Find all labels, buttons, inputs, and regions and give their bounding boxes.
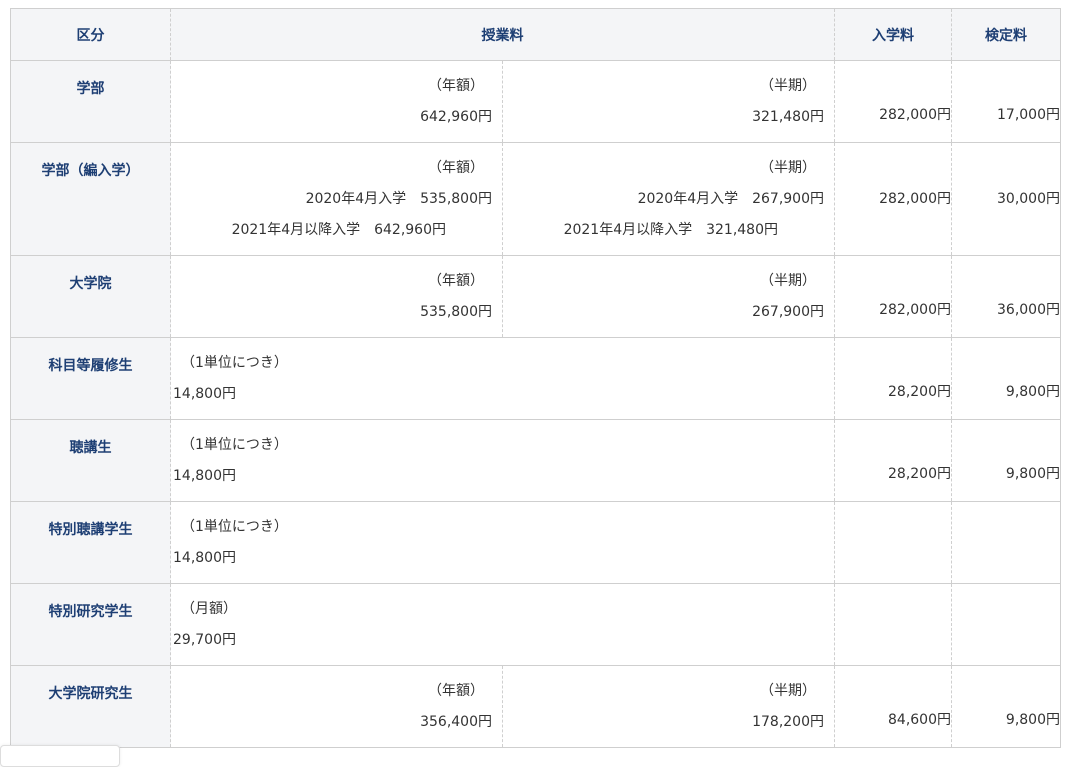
- unit-label: （1単位につき）: [181, 437, 288, 453]
- admission-amount: 28,200円: [888, 466, 951, 482]
- exam-cell: 9,800円: [951, 419, 1061, 502]
- tuition-unit-cell: （月額） 29,700円: [170, 583, 835, 666]
- header-category: 区分: [10, 8, 171, 61]
- exam-cell: 17,000円: [951, 60, 1061, 143]
- half-amount: 321,480円: [752, 109, 824, 125]
- admission-cell: 28,200円: [834, 337, 952, 420]
- annual-amount: 535,800円: [420, 304, 492, 320]
- exam-amount: 30,000円: [997, 191, 1060, 207]
- admission-amount: 84,600円: [888, 712, 951, 728]
- half-2021: 2021年4月以降入学 321,480円: [563, 222, 778, 238]
- half-label: （半期）: [760, 273, 816, 289]
- admission-amount: [835, 623, 951, 654]
- table-row: 学部（編入学） （年額） 2020年4月入学 535,800円 2021年4月以…: [10, 142, 1061, 256]
- admission-amount: [835, 541, 951, 572]
- header-admission: 入学料: [834, 8, 952, 61]
- admission-cell: 282,000円: [834, 142, 952, 256]
- header-tuition: 授業料: [170, 8, 835, 61]
- half-label: （半期）: [760, 683, 816, 699]
- exam-amount: 9,800円: [1005, 712, 1060, 728]
- exam-cell: 9,800円: [951, 337, 1061, 420]
- half-label: （半期）: [760, 78, 816, 94]
- tuition-annual-cell: （年額） 535,800円: [170, 255, 503, 338]
- half-label: （半期）: [760, 160, 816, 176]
- half-2020: 2020年4月入学 267,900円: [637, 191, 824, 207]
- annual-label: （年額）: [428, 683, 484, 699]
- annual-2021: 2021年4月以降入学 642,960円: [231, 222, 446, 238]
- annual-2020: 2020年4月入学 535,800円: [305, 191, 492, 207]
- table-row: 特別聴講学生 （1単位につき） 14,800円: [10, 501, 1061, 584]
- unit-amount: 14,800円: [173, 550, 236, 566]
- exam-amount: [952, 623, 1060, 654]
- admission-cell: [834, 583, 952, 666]
- annual-amount: 356,400円: [420, 714, 492, 730]
- table-row: 科目等履修生 （1単位につき） 14,800円 28,200円 9,800円: [10, 337, 1061, 420]
- exam-cell: 9,800円: [951, 665, 1061, 748]
- row-category: 大学院: [10, 255, 171, 338]
- unit-amount: 14,800円: [173, 468, 236, 484]
- unit-amount: 14,800円: [173, 386, 236, 402]
- tuition-annual-cell: （年額） 642,960円: [170, 60, 503, 143]
- exam-amount: 9,800円: [1005, 384, 1060, 400]
- table-row: 大学院研究生 （年額） 356,400円 （半期） 178,200円 84,60…: [10, 665, 1061, 748]
- tuition-unit-cell: （1単位につき） 14,800円: [170, 337, 835, 420]
- exam-cell: 30,000円: [951, 142, 1061, 256]
- annual-label: （年額）: [428, 78, 484, 94]
- exam-cell: [951, 583, 1061, 666]
- unit-label: （1単位につき）: [181, 519, 288, 535]
- row-category: 学部: [10, 60, 171, 143]
- half-amount: 178,200円: [752, 714, 824, 730]
- half-amount: 267,900円: [752, 304, 824, 320]
- annual-label: （年額）: [428, 273, 484, 289]
- table-row: 聴講生 （1単位につき） 14,800円 28,200円 9,800円: [10, 419, 1061, 502]
- admission-amount: 282,000円: [879, 302, 951, 318]
- tuition-half-cell: （半期） 267,900円: [502, 255, 835, 338]
- tuition-annual-cell: （年額） 356,400円: [170, 665, 503, 748]
- row-category: 特別聴講学生: [10, 501, 171, 584]
- exam-amount: [952, 541, 1060, 572]
- overlay-panel-edge: [0, 745, 120, 767]
- unit-label: （1単位につき）: [181, 355, 288, 371]
- row-category: 学部（編入学）: [10, 142, 171, 256]
- unit-label: （月額）: [181, 601, 237, 617]
- admission-cell: 28,200円: [834, 419, 952, 502]
- annual-amount: 642,960円: [420, 109, 492, 125]
- admission-cell: [834, 501, 952, 584]
- tuition-unit-cell: （1単位につき） 14,800円: [170, 419, 835, 502]
- row-category: 科目等履修生: [10, 337, 171, 420]
- header-exam: 検定料: [951, 8, 1061, 61]
- admission-amount: 282,000円: [879, 107, 951, 123]
- exam-amount: 36,000円: [997, 302, 1060, 318]
- fee-table: 区分 授業料 入学料 検定料 学部 （年額） 642,960円 （半期） 321…: [10, 8, 1061, 748]
- tuition-half-cell: （半期） 321,480円: [502, 60, 835, 143]
- tuition-unit-cell: （1単位につき） 14,800円: [170, 501, 835, 584]
- tuition-half-cell: （半期） 2020年4月入学 267,900円 2021年4月以降入学 321,…: [502, 142, 835, 256]
- row-category: 大学院研究生: [10, 665, 171, 748]
- row-category: 特別研究学生: [10, 583, 171, 666]
- tuition-half-cell: （半期） 178,200円: [502, 665, 835, 748]
- table-row: 特別研究学生 （月額） 29,700円: [10, 583, 1061, 666]
- tuition-annual-cell: （年額） 2020年4月入学 535,800円 2021年4月以降入学 642,…: [170, 142, 503, 256]
- annual-label: （年額）: [428, 160, 484, 176]
- table-row: 大学院 （年額） 535,800円 （半期） 267,900円 282,000円…: [10, 255, 1061, 338]
- exam-amount: 17,000円: [997, 107, 1060, 123]
- admission-amount: 282,000円: [879, 191, 951, 207]
- header-row: 区分 授業料 入学料 検定料: [10, 8, 1061, 61]
- admission-cell: 282,000円: [834, 255, 952, 338]
- table-row: 学部 （年額） 642,960円 （半期） 321,480円 282,000円 …: [10, 60, 1061, 143]
- exam-amount: 9,800円: [1005, 466, 1060, 482]
- unit-amount: 29,700円: [173, 632, 236, 648]
- admission-amount: 28,200円: [888, 384, 951, 400]
- exam-cell: 36,000円: [951, 255, 1061, 338]
- admission-cell: 282,000円: [834, 60, 952, 143]
- admission-cell: 84,600円: [834, 665, 952, 748]
- row-category: 聴講生: [10, 419, 171, 502]
- exam-cell: [951, 501, 1061, 584]
